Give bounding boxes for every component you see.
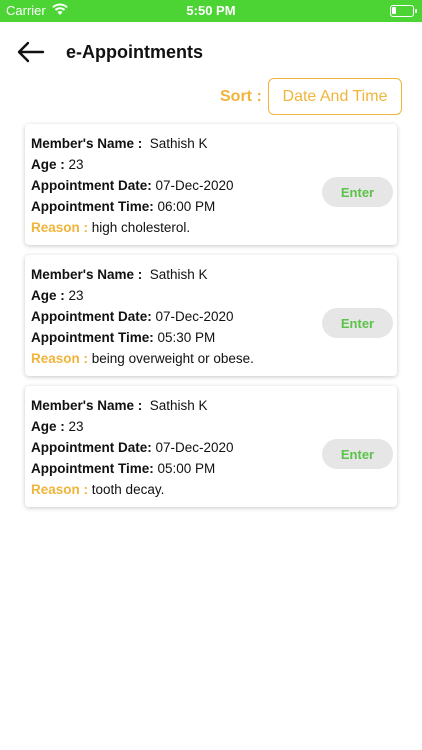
age-value: 23 [68, 157, 84, 172]
reason-row: Reason : high cholesterol. [31, 220, 190, 235]
member-name-row: Member's Name : Sathish K [31, 267, 208, 282]
appointment-date-value: 07-Dec-2020 [155, 440, 234, 455]
appointment-card: Member's Name : Sathish K Age : 23 Appoi… [25, 386, 397, 507]
appointment-date-row: Appointment Date: 07-Dec-2020 [31, 178, 234, 193]
appointment-time-row: Appointment Time: 05:00 PM [31, 461, 215, 476]
member-name-row: Member's Name : Sathish K [31, 398, 208, 413]
status-bar: Carrier 5:50 PM [0, 0, 422, 22]
age-label: Age : [31, 419, 65, 434]
age-value: 23 [68, 419, 84, 434]
battery-icon [390, 5, 417, 17]
reason-row: Reason : tooth decay. [31, 482, 164, 497]
age-row: Age : 23 [31, 288, 84, 303]
appointment-date-value: 07-Dec-2020 [155, 309, 234, 324]
reason-row: Reason : being overweight or obese. [31, 351, 254, 366]
appointment-time-label: Appointment Time: [31, 199, 154, 214]
appointment-time-label: Appointment Time: [31, 461, 154, 476]
appointment-card: Member's Name : Sathish K Age : 23 Appoi… [25, 255, 397, 376]
appointment-time-value: 05:00 PM [157, 461, 216, 476]
member-name-value: Sathish K [149, 267, 208, 282]
appointment-date-row: Appointment Date: 07-Dec-2020 [31, 440, 234, 455]
enter-button[interactable]: Enter [322, 177, 393, 207]
appointment-time-value: 05:30 PM [157, 330, 216, 345]
sort-dropdown-button[interactable]: Date And Time [268, 78, 402, 115]
member-name-value: Sathish K [149, 136, 208, 151]
reason-value: high cholesterol. [91, 220, 191, 235]
member-name-row: Member's Name : Sathish K [31, 136, 208, 151]
sort-label: Sort : [220, 88, 262, 105]
appointment-time-value: 06:00 PM [157, 199, 216, 214]
age-label: Age : [31, 288, 65, 303]
status-time: 5:50 PM [186, 3, 236, 18]
page-title: e-Appointments [66, 42, 203, 62]
appointment-date-label: Appointment Date: [31, 309, 152, 324]
appointment-time-row: Appointment Time: 05:30 PM [31, 330, 215, 345]
age-row: Age : 23 [31, 157, 84, 172]
appointment-date-label: Appointment Date: [31, 440, 152, 455]
appointment-date-label: Appointment Date: [31, 178, 152, 193]
appointment-time-row: Appointment Time: 06:00 PM [31, 199, 215, 214]
reason-value: tooth decay. [91, 482, 165, 497]
appointment-date-value: 07-Dec-2020 [155, 178, 234, 193]
member-name-label: Member's Name : [31, 136, 143, 151]
appointment-card: Member's Name : Sathish K Age : 23 Appoi… [25, 124, 397, 245]
age-row: Age : 23 [31, 419, 84, 434]
reason-label: Reason : [31, 482, 89, 497]
appointment-date-row: Appointment Date: 07-Dec-2020 [31, 309, 234, 324]
age-label: Age : [31, 157, 65, 172]
member-name-label: Member's Name : [31, 267, 143, 282]
appointment-time-label: Appointment Time: [31, 330, 154, 345]
reason-label: Reason : [31, 220, 89, 235]
age-value: 23 [68, 288, 84, 303]
member-name-label: Member's Name : [31, 398, 143, 413]
back-arrow-icon[interactable] [16, 40, 46, 64]
enter-button[interactable]: Enter [322, 308, 393, 338]
enter-button[interactable]: Enter [322, 439, 393, 469]
member-name-value: Sathish K [149, 398, 208, 413]
header: e-Appointments [0, 22, 422, 82]
reason-value: being overweight or obese. [91, 351, 254, 366]
reason-label: Reason : [31, 351, 89, 366]
